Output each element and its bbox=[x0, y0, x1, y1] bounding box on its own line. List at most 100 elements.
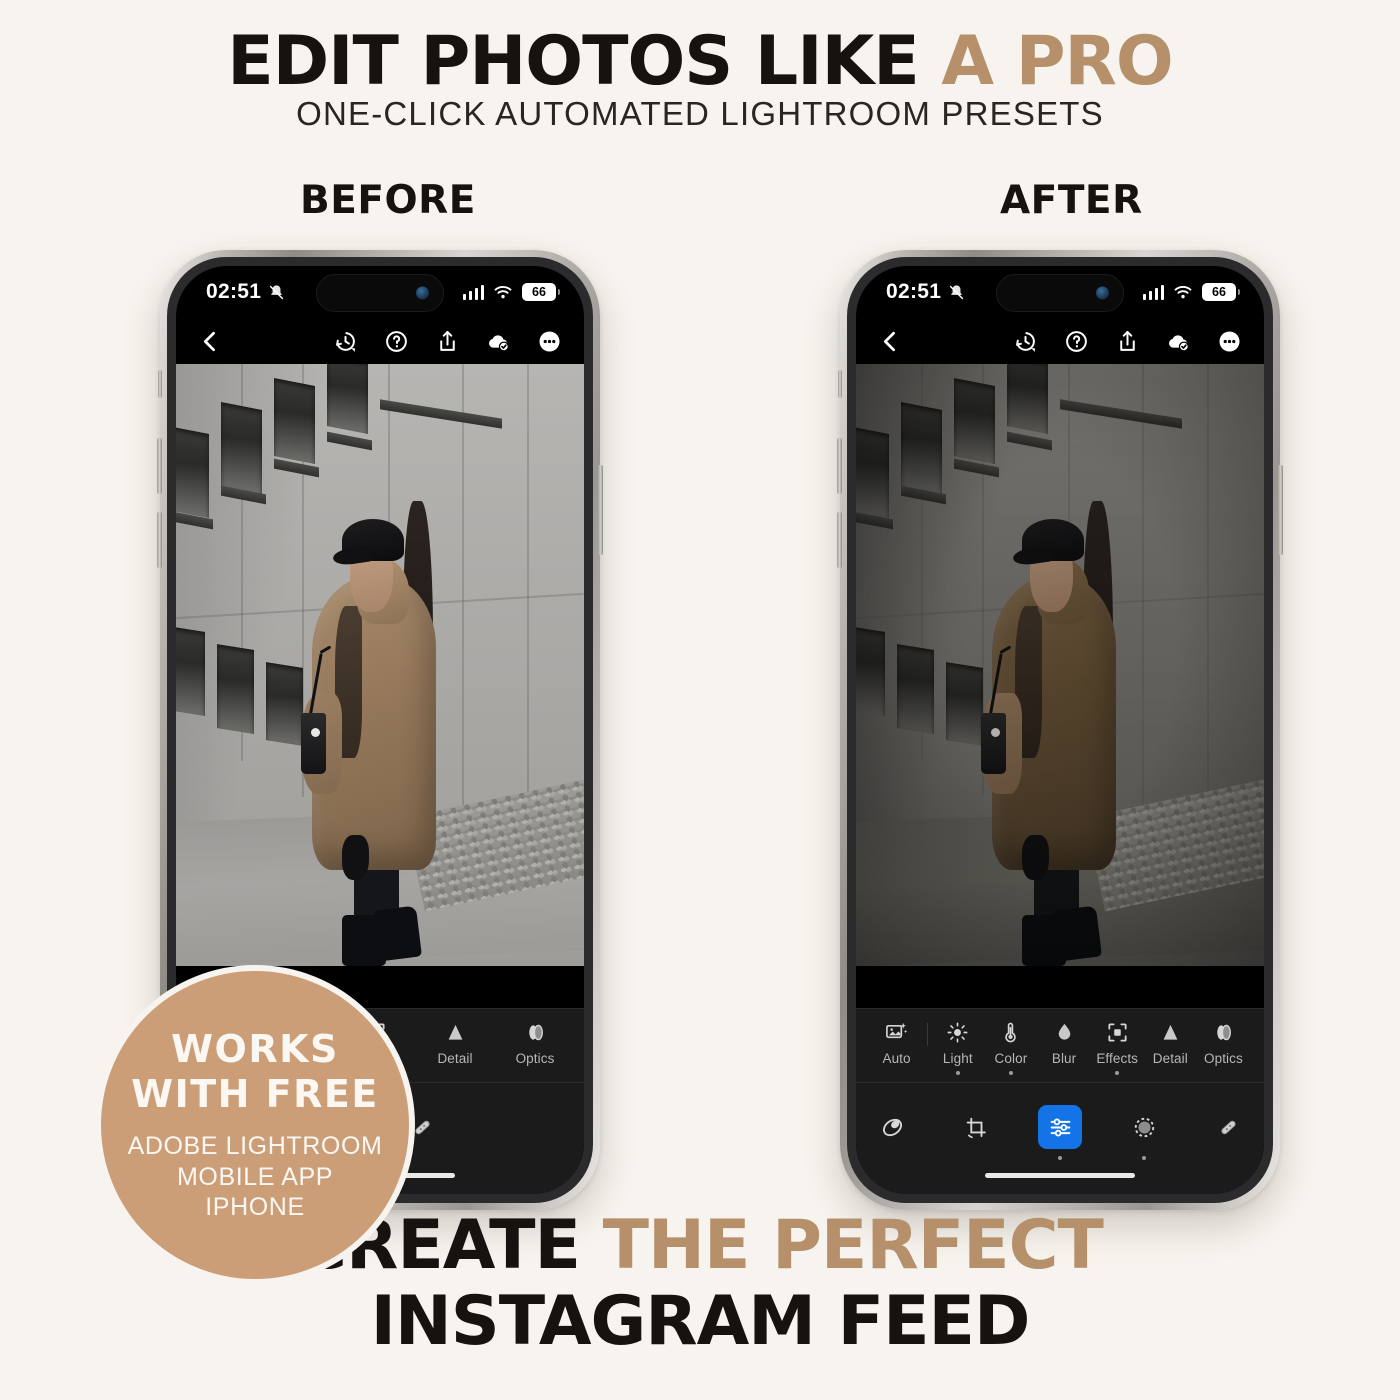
badge-line-2: WITH FREE bbox=[131, 1072, 379, 1117]
lightroom-tool-label: Optics bbox=[1204, 1051, 1243, 1066]
lightroom-tool-light[interactable]: Light bbox=[935, 1021, 981, 1075]
cellular-signal-icon bbox=[462, 284, 484, 300]
lightroom-mode-crop-rotate[interactable] bbox=[954, 1105, 998, 1149]
cloud-synced-icon[interactable] bbox=[1166, 329, 1191, 354]
front-camera bbox=[1096, 286, 1109, 300]
battery-level: 66 bbox=[532, 284, 546, 299]
healing-brush-icon bbox=[1216, 1115, 1241, 1140]
status-bar: 02:51 66 bbox=[856, 266, 1264, 318]
power-button[interactable] bbox=[598, 465, 603, 555]
after-label: AFTER bbox=[1000, 178, 1143, 223]
tool-indicator-dot bbox=[1115, 1071, 1120, 1075]
lightroom-tool-detail[interactable]: Detail bbox=[432, 1021, 478, 1066]
app-navbar bbox=[856, 318, 1264, 364]
volume-up-button[interactable] bbox=[837, 438, 842, 494]
lightroom-mode-healing-brush[interactable] bbox=[1206, 1105, 1250, 1149]
lightroom-tool-blur[interactable]: Blur bbox=[1041, 1021, 1087, 1066]
help-icon[interactable] bbox=[1064, 329, 1089, 354]
chevron-left-icon[interactable] bbox=[198, 329, 223, 354]
presets-icon bbox=[880, 1115, 905, 1140]
cloud-synced-icon[interactable] bbox=[486, 329, 511, 354]
battery-indicator: 66 bbox=[1202, 283, 1240, 301]
optics-icon bbox=[1212, 1021, 1235, 1044]
silent-switch[interactable] bbox=[158, 370, 162, 398]
edit-sliders-icon bbox=[1048, 1115, 1073, 1140]
lightroom-tool-label: Light bbox=[942, 1051, 973, 1066]
share-icon[interactable] bbox=[435, 329, 460, 354]
battery-indicator: 66 bbox=[522, 283, 560, 301]
crop-rotate-icon bbox=[964, 1115, 989, 1140]
lightroom-tool-effects[interactable]: Effects bbox=[1094, 1021, 1140, 1075]
front-camera bbox=[416, 286, 429, 300]
bell-slash-icon bbox=[269, 284, 284, 299]
edited-photo-before bbox=[176, 364, 584, 966]
lightroom-toolbar-after: Auto Light Color Blur Effects Detail Optics bbox=[856, 1008, 1264, 1194]
lightroom-tool-label: Auto bbox=[882, 1051, 911, 1066]
photo-subject bbox=[286, 460, 474, 966]
more-options-icon[interactable] bbox=[1217, 329, 1242, 354]
lightroom-tool-label: Blur bbox=[1051, 1051, 1077, 1066]
volume-down-button[interactable] bbox=[157, 512, 162, 568]
lightroom-tool-label: Detail bbox=[1152, 1051, 1188, 1066]
status-time: 02:51 bbox=[206, 280, 262, 303]
lightroom-tool-label: Optics bbox=[515, 1051, 555, 1066]
silent-switch[interactable] bbox=[838, 370, 842, 398]
history-icon[interactable] bbox=[333, 329, 358, 354]
optics-icon bbox=[524, 1021, 547, 1044]
more-options-icon[interactable] bbox=[537, 329, 562, 354]
page-title: EDIT PHOTOS LIKE A PRO bbox=[0, 26, 1400, 97]
lightroom-tool-optics[interactable]: Optics bbox=[1200, 1021, 1246, 1066]
dynamic-island bbox=[316, 274, 444, 312]
status-bar: 02:51 66 bbox=[176, 266, 584, 318]
badge-sub-line-1: ADOBE LIGHTROOM bbox=[127, 1132, 383, 1161]
blur-droplet-icon bbox=[1053, 1021, 1076, 1044]
cellular-signal-icon bbox=[1142, 284, 1164, 300]
page-subtitle: ONE-CLICK AUTOMATED LIGHTROOM PRESETS bbox=[296, 95, 1104, 132]
history-icon[interactable] bbox=[1013, 329, 1038, 354]
lightroom-tool-label: Detail bbox=[437, 1051, 473, 1066]
lightroom-tool-detail[interactable]: Detail bbox=[1147, 1021, 1193, 1066]
lightroom-mode-masking[interactable] bbox=[1122, 1105, 1166, 1160]
badge-sub-line-2: MOBILE APP bbox=[176, 1162, 334, 1191]
tool-indicator-dot bbox=[955, 1071, 960, 1075]
wifi-icon bbox=[1174, 286, 1192, 299]
light-sun-icon bbox=[946, 1021, 969, 1044]
detail-icon bbox=[1159, 1021, 1182, 1044]
home-indicator[interactable] bbox=[985, 1173, 1135, 1178]
toolbar-divider bbox=[926, 1023, 928, 1046]
volume-down-button[interactable] bbox=[837, 512, 842, 568]
battery-level: 66 bbox=[1212, 284, 1226, 299]
power-button[interactable] bbox=[1278, 465, 1283, 555]
lightroom-tool-label: Color bbox=[994, 1051, 1028, 1066]
lightroom-tool-auto[interactable]: Auto bbox=[874, 1021, 920, 1066]
bell-slash-icon bbox=[949, 284, 964, 299]
volume-up-button[interactable] bbox=[157, 438, 162, 494]
detail-icon bbox=[444, 1021, 467, 1044]
mode-indicator-dot bbox=[1058, 1156, 1062, 1160]
photo-subject bbox=[966, 460, 1154, 966]
before-label: BEFORE bbox=[300, 178, 476, 223]
badge-subtext: ADOBE LIGHTROOM MOBILE APP IPHONE bbox=[128, 1131, 383, 1223]
badge-line-1: WORKS bbox=[171, 1027, 339, 1072]
page-title-accent: A PRO bbox=[941, 22, 1173, 101]
masking-icon bbox=[1132, 1115, 1157, 1140]
edited-photo-after bbox=[856, 364, 1264, 966]
phone-mockup-after: 02:51 66 Auto Light Color Blur Effects D… bbox=[837, 250, 1283, 1210]
auto-enhance-icon bbox=[885, 1021, 908, 1044]
effects-icon bbox=[1106, 1021, 1129, 1044]
page-title-plain: EDIT PHOTOS LIKE bbox=[227, 22, 942, 101]
works-with-free-badge: WORKS WITH FREE ADOBE LIGHTROOM MOBILE A… bbox=[95, 965, 415, 1285]
lightroom-mode-edit-sliders[interactable] bbox=[1038, 1105, 1082, 1160]
help-icon[interactable] bbox=[384, 329, 409, 354]
chevron-left-icon[interactable] bbox=[878, 329, 903, 354]
lightroom-tool-label: Effects bbox=[1096, 1051, 1139, 1066]
status-time: 02:51 bbox=[886, 280, 942, 303]
tool-indicator-dot bbox=[1008, 1071, 1013, 1075]
lightroom-mode-presets[interactable] bbox=[870, 1105, 914, 1149]
color-thermometer-icon bbox=[999, 1021, 1022, 1044]
share-icon[interactable] bbox=[1115, 329, 1140, 354]
lightroom-tool-optics[interactable]: Optics bbox=[512, 1021, 558, 1066]
phone-screen-after: 02:51 66 Auto Light Color Blur Effects D… bbox=[856, 266, 1264, 1194]
lightroom-tool-color[interactable]: Color bbox=[988, 1021, 1034, 1075]
footer-line2: INSTAGRAM FEED bbox=[370, 1281, 1031, 1361]
